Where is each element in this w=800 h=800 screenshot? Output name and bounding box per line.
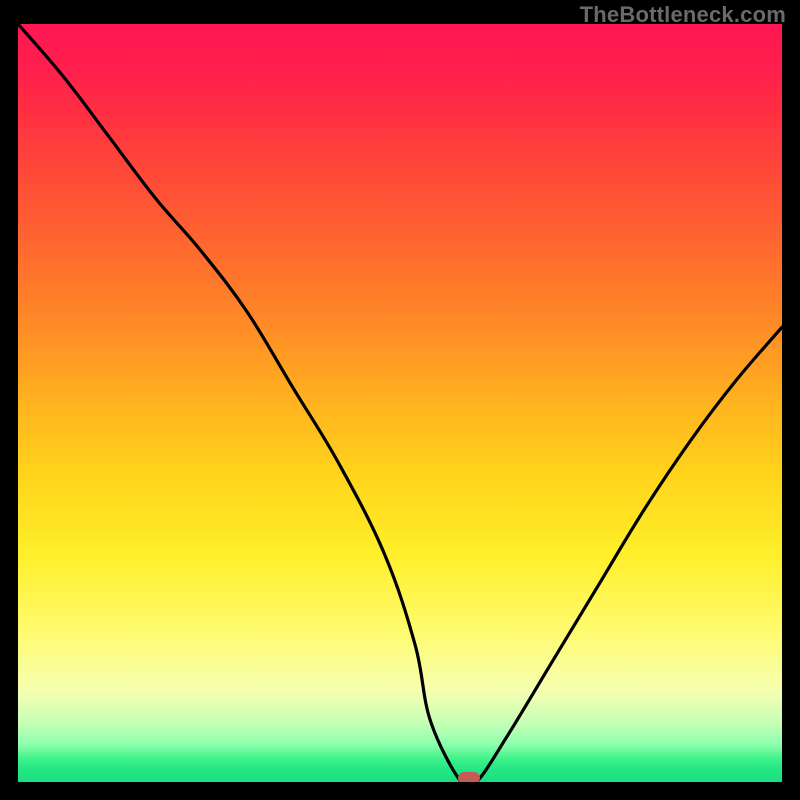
optimum-marker [458, 772, 480, 782]
chart-frame: TheBottleneck.com [0, 0, 800, 800]
bottleneck-curve [18, 24, 782, 782]
watermark-text: TheBottleneck.com [580, 2, 786, 28]
plot-area [18, 24, 782, 782]
